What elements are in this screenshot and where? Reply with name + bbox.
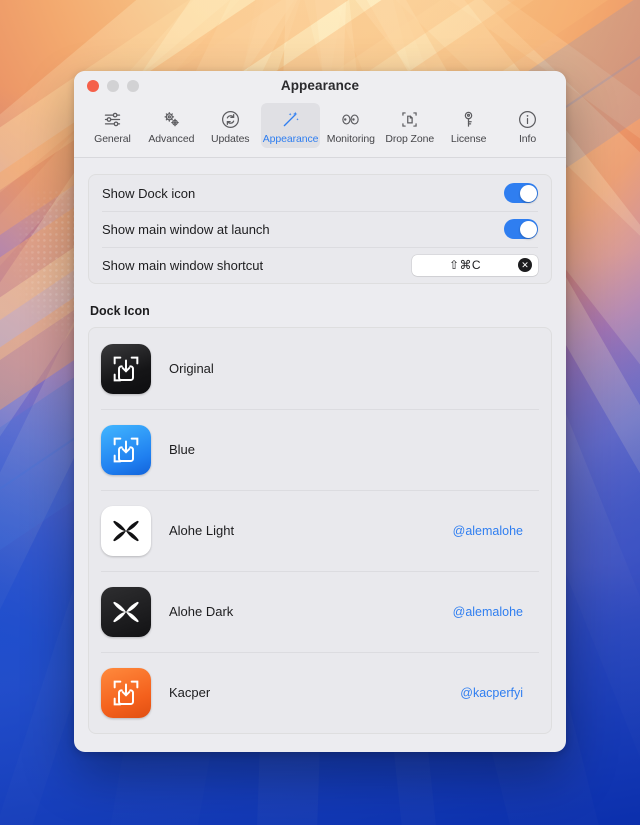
minimize-button[interactable] [107,79,119,92]
gears-icon [161,108,182,130]
dock-icon-preview-alohe-dark [101,586,151,637]
tab-updates-label: Updates [211,133,250,145]
info-circle-icon [517,108,538,130]
dock-icon-list: Original Blue Alohe Light @alemalohe Alo… [88,327,552,734]
tab-appearance-label: Appearance [262,133,319,145]
tab-info-label: Info [518,133,537,145]
tab-advanced[interactable]: Advanced [143,103,200,148]
window-controls [74,79,139,92]
tab-info[interactable]: Info [499,103,556,148]
dock-icon-name: Alohe Light [169,523,235,538]
tab-advanced-label: Advanced [148,133,195,145]
tab-general-label: General [94,133,131,145]
show-dock-icon-toggle[interactable] [504,183,538,203]
maximize-button[interactable] [127,79,139,92]
tab-drop-zone[interactable]: Drop Zone [381,103,438,148]
row-show-main-window-shortcut[interactable]: Show main window shortcut ⇧⌘C ✕ [89,247,551,283]
drop-zone-icon [399,108,420,130]
shortcut-recorder-field[interactable]: ⇧⌘C ✕ [412,254,538,276]
tab-license[interactable]: License [440,103,497,148]
preferences-toolbar: General Advanced Updates Appearance Moni… [74,100,566,158]
magic-wand-icon [280,108,301,130]
row-show-main-window-shortcut-label: Show main window shortcut [102,257,264,273]
key-icon [458,108,479,130]
dock-icon-preview-alohe-light [101,505,151,556]
shortcut-value: ⇧⌘C [449,258,481,272]
tab-license-label: License [450,133,487,145]
window-titlebar: Appearance [74,71,566,100]
preferences-window: Appearance General Advanced Updates Appe… [74,71,566,752]
tab-general[interactable]: General [84,103,141,148]
tab-monitoring-label: Monitoring [326,133,375,145]
dock-icon-option-kacper[interactable]: Kacper @kacperfyi [89,652,551,733]
toggle-knob [519,220,537,238]
dock-icon-preview-original [101,343,151,394]
tab-monitoring[interactable]: Monitoring [322,103,379,148]
dock-icon-credit[interactable]: @alemalohe [453,524,523,538]
dock-icon-credit[interactable]: @alemalohe [453,605,523,619]
sliders-icon [102,108,123,130]
show-main-window-at-launch-toggle[interactable] [504,219,538,239]
tab-updates[interactable]: Updates [202,103,259,148]
dock-icon-preview-kacper [101,667,151,718]
tab-appearance[interactable]: Appearance [260,103,321,148]
row-show-dock-icon[interactable]: Show Dock icon [89,175,551,211]
dock-icon-option-alohe-light[interactable]: Alohe Light @alemalohe [89,490,551,571]
dock-icon-option-blue[interactable]: Blue [89,409,551,490]
row-show-dock-icon-label: Show Dock icon [102,185,196,201]
close-button[interactable] [87,79,99,92]
dock-icon-credit[interactable]: @kacperfyi [460,686,523,700]
dock-icon-option-original[interactable]: Original [89,328,551,409]
dock-icon-name: Blue [169,442,196,457]
tab-drop-zone-label: Drop Zone [385,133,435,145]
moth-icon [113,520,139,541]
dock-icon-preview-blue [101,424,151,475]
dock-icon-name: Original [169,361,214,376]
appearance-pane: Show Dock icon Show main window at launc… [74,158,566,747]
moth-icon [113,601,139,622]
window-title: Appearance [280,78,360,93]
refresh-icon [220,108,241,130]
dock-icon-section-title: Dock Icon [90,304,150,318]
row-show-main-window-at-launch-label: Show main window at launch [102,221,270,237]
toggle-knob [519,184,537,202]
clear-shortcut-icon[interactable]: ✕ [518,258,532,272]
row-show-main-window-at-launch[interactable]: Show main window at launch [89,211,551,247]
eyes-icon [339,108,362,130]
dock-icon-name: Kacper [169,685,211,700]
dock-icon-option-alohe-dark[interactable]: Alohe Dark @alemalohe [89,571,551,652]
dock-icon-name: Alohe Dark [169,604,234,619]
general-settings-card: Show Dock icon Show main window at launc… [88,174,552,284]
